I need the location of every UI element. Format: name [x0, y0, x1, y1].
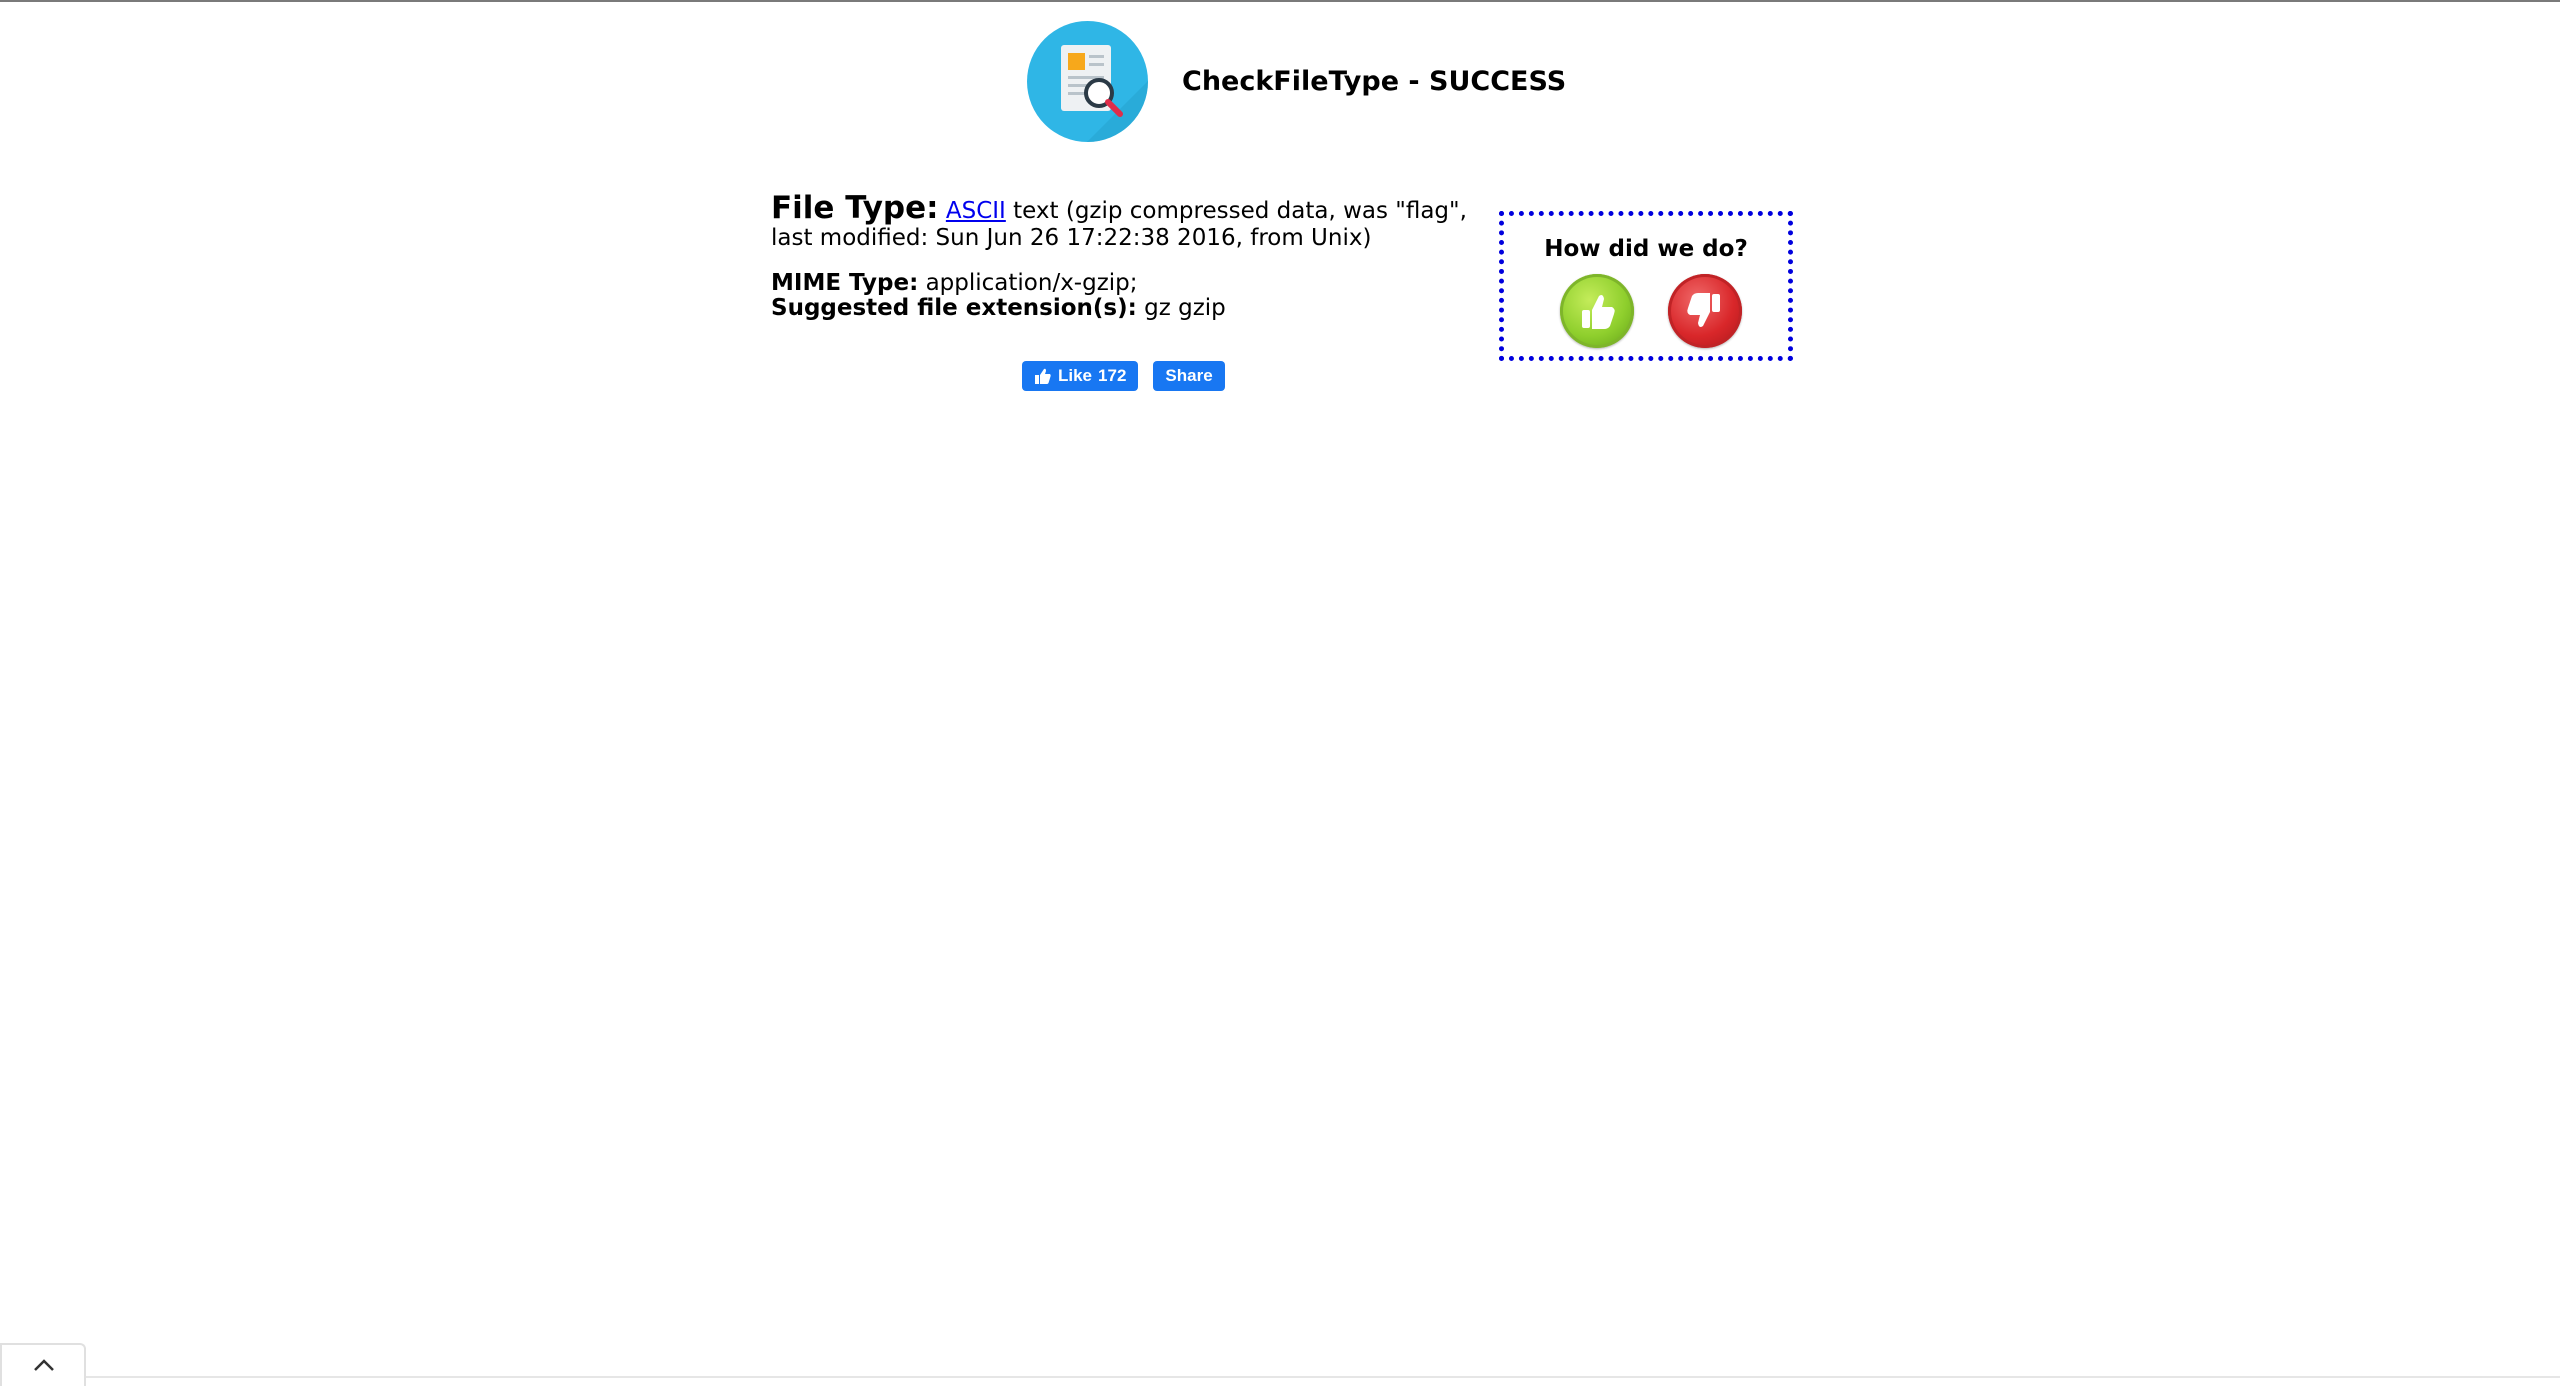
share-label: Share — [1165, 366, 1213, 385]
like-label: Like — [1058, 366, 1093, 385]
page-header: CheckFileType - SUCCESS — [1027, 20, 1566, 142]
like-count: 172 — [1098, 366, 1127, 385]
top-border — [0, 0, 2560, 2]
thumbs-up-icon — [1582, 295, 1615, 329]
file-type-label: File Type: — [771, 190, 939, 226]
thumbs-down-icon — [1687, 293, 1720, 327]
extension-line: Suggested file extension(s): gz gzip — [771, 296, 1471, 321]
thumbs-up-icon — [1035, 368, 1051, 384]
social-buttons: Like 172 Share — [1022, 361, 1225, 391]
extension-label: Suggested file extension(s): — [771, 295, 1137, 321]
file-search-icon — [1027, 20, 1148, 142]
result-panel: File Type: ASCII text (gzip compressed d… — [771, 193, 1471, 321]
mime-label: MIME Type: — [771, 270, 919, 296]
mime-value: application/x-gzip; — [918, 270, 1138, 296]
extension-value: gz gzip — [1136, 295, 1226, 321]
mime-line: MIME Type: application/x-gzip; — [771, 271, 1471, 296]
thumbs-down-button[interactable] — [1668, 274, 1742, 348]
scroll-to-top-button[interactable] — [0, 1343, 86, 1386]
bottom-bar — [0, 1376, 2560, 1388]
feedback-box: How did we do? — [1499, 211, 1793, 361]
facebook-share-button[interactable]: Share — [1153, 361, 1225, 391]
page-title: CheckFileType - SUCCESS — [1182, 65, 1567, 97]
ascii-link[interactable]: ASCII — [946, 198, 1006, 224]
feedback-question: How did we do? — [1544, 236, 1748, 262]
mime-block: MIME Type: application/x-gzip; Suggested… — [771, 271, 1471, 321]
thumbs-up-button[interactable] — [1560, 274, 1634, 348]
file-type-line: File Type: ASCII text (gzip compressed d… — [771, 193, 1471, 252]
vote-buttons — [1560, 274, 1742, 348]
facebook-like-button[interactable]: Like 172 — [1022, 361, 1139, 391]
chevron-up-icon — [34, 1359, 54, 1371]
